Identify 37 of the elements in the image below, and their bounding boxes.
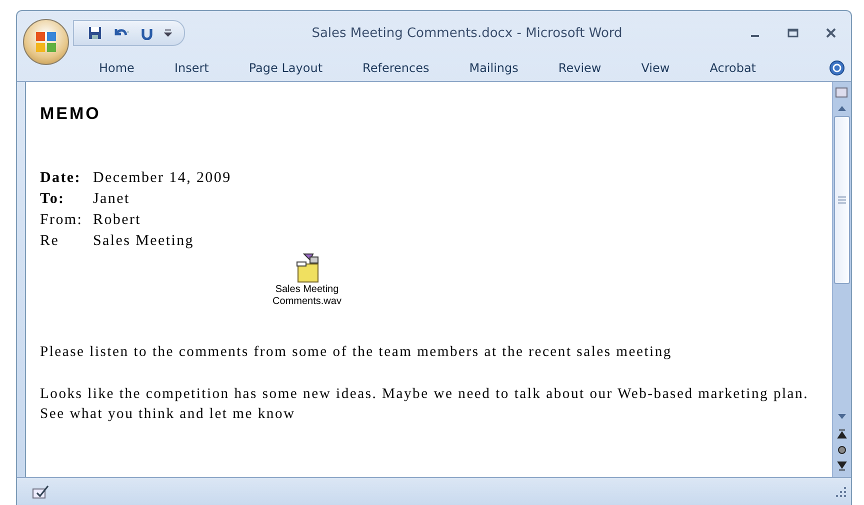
ribbon-tab[interactable]: Home	[99, 58, 134, 78]
scroll-down-icon[interactable]	[837, 413, 847, 421]
field-value: Robert	[93, 211, 142, 230]
previous-page-icon[interactable]	[837, 429, 847, 439]
memo-heading: MEMO	[40, 104, 102, 124]
browse-object-icon[interactable]	[837, 445, 847, 455]
field-value: December 14, 2009	[93, 169, 232, 188]
memo-paragraph: Looks like the competition has some new ideas. Maybe we need to talk about our Web-based marketing plan. See what you think and let me know	[40, 385, 810, 424]
field-label: Re	[40, 232, 60, 251]
memo-paragraph: Please listen to the comments from some of the team members at the recent sales meeting	[40, 343, 673, 362]
scroll-up-icon[interactable]	[837, 104, 847, 112]
ribbon-tab[interactable]: View	[641, 58, 670, 78]
ribbon-tab[interactable]: Mailings	[469, 58, 518, 78]
office-button[interactable]	[23, 19, 69, 65]
office-logo-icon	[34, 30, 58, 54]
close-icon[interactable]	[825, 27, 837, 39]
proofing-icon[interactable]	[31, 484, 51, 500]
audio-attachment[interactable]: Sales Meeting Comments.wav	[262, 252, 352, 308]
maximize-icon[interactable]	[787, 27, 799, 39]
scrollbar-thumb[interactable]	[834, 116, 850, 284]
field-label: Date:	[40, 169, 82, 188]
next-page-icon[interactable]	[837, 461, 847, 471]
attachment-name: Sales Meeting Comments.wav	[272, 284, 342, 308]
field-label: To:	[40, 190, 66, 209]
customize-caret-icon[interactable]	[164, 28, 172, 38]
ribbon-tab[interactable]: References	[362, 58, 430, 78]
ribbon-tab[interactable]: Insert	[174, 58, 209, 78]
field-value: Sales Meeting	[93, 232, 196, 251]
ribbon-tab[interactable]: Page Layout	[248, 58, 323, 78]
ribbon-tab[interactable]: Review	[558, 58, 602, 78]
window-title: Sales Meeting Comments.docx - Microsoft Word	[310, 26, 624, 40]
field-value: Janet	[93, 190, 131, 209]
help-icon[interactable]	[829, 60, 845, 76]
resize-grip-icon[interactable]	[835, 486, 847, 498]
save-icon[interactable]	[88, 26, 102, 40]
field-label: From:	[40, 211, 84, 230]
ribbon-tab[interactable]: Acrobat	[710, 58, 756, 78]
